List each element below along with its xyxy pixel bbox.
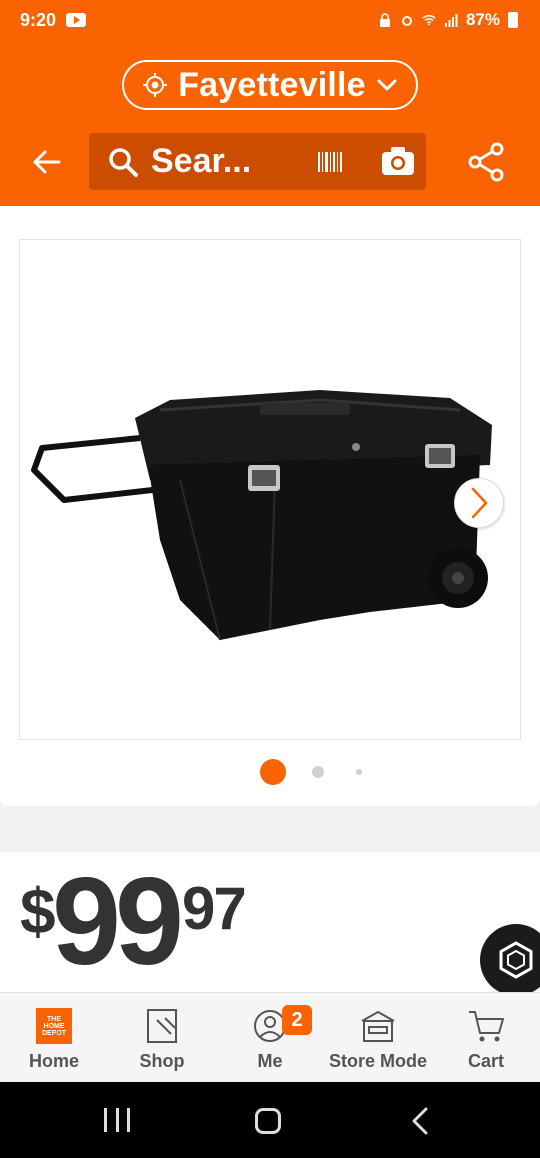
home-button[interactable] <box>255 1108 281 1134</box>
notification-badge: 2 <box>282 1005 312 1035</box>
nav-home[interactable]: THE HOME DEPOT Home <box>0 993 108 1082</box>
battery-percent: 87% <box>465 10 500 29</box>
battery-icon <box>508 12 518 28</box>
alarm-icon <box>401 16 412 26</box>
product-image[interactable] <box>19 239 521 740</box>
nav-cart[interactable]: Cart <box>432 993 540 1082</box>
wifi-icon <box>422 15 436 26</box>
store-icon <box>361 1010 395 1042</box>
nav-label: Store Mode <box>328 1051 427 1071</box>
home-depot-logo-icon: THE HOME DEPOT <box>36 1008 72 1044</box>
product-image-card <box>0 206 540 806</box>
carousel-dot[interactable] <box>356 769 362 775</box>
tool-chest-image <box>31 390 492 641</box>
location-name: Fayetteville <box>178 65 366 104</box>
status-bar: 9:20 87% <box>0 0 540 40</box>
search-icon <box>109 147 138 177</box>
nav-store-mode[interactable]: Store Mode <box>324 993 432 1082</box>
nav-label: Shop <box>139 1051 185 1071</box>
ai-hexagon-icon <box>499 941 533 979</box>
carousel-dot-active[interactable] <box>260 759 286 785</box>
price-dollars: 99 <box>52 853 184 991</box>
nav-me[interactable]: 2 Me <box>216 993 324 1082</box>
bottom-navigation: THE HOME DEPOT Home Shop 2 Me Store Mode… <box>0 992 540 1082</box>
system-navigation-bar <box>0 1082 540 1158</box>
arrow-left-icon <box>33 150 61 174</box>
back-button[interactable] <box>24 140 68 184</box>
youtube-notification-icon <box>66 13 87 27</box>
nav-label: Cart <box>467 1051 504 1071</box>
carousel-next-button[interactable] <box>454 478 504 528</box>
recents-button[interactable] <box>104 1108 130 1132</box>
price-cents: 97 <box>182 875 247 942</box>
nav-shop[interactable]: Shop <box>108 993 216 1082</box>
search-placeholder: Sear... <box>151 142 252 180</box>
share-button[interactable] <box>465 140 509 184</box>
carousel-dot[interactable] <box>312 766 324 778</box>
app-header: Fayetteville Sear... <box>0 40 540 206</box>
signal-icon <box>444 14 458 27</box>
chevron-down-icon <box>377 79 397 91</box>
status-right: 87% <box>378 10 518 30</box>
status-time: 9:20 <box>20 9 57 30</box>
barcode-scan-icon[interactable] <box>315 147 345 177</box>
search-input[interactable]: Sear... <box>89 133 426 190</box>
price-currency: $ <box>20 875 56 947</box>
lock-icon <box>379 13 390 27</box>
store-location-selector[interactable]: Fayetteville <box>122 60 418 110</box>
cart-icon <box>469 1011 504 1042</box>
nav-label: Me <box>257 1051 283 1071</box>
shop-bag-icon <box>147 1009 177 1043</box>
chevron-right-icon <box>471 487 488 519</box>
nav-label: Home <box>28 1051 79 1071</box>
camera-icon[interactable] <box>381 145 415 177</box>
share-icon <box>468 142 504 182</box>
status-left: 9:20 <box>20 9 87 31</box>
location-target-icon <box>143 73 168 97</box>
carousel-dots <box>0 759 540 785</box>
back-nav-icon[interactable] <box>410 1106 430 1136</box>
price-card: $ 99 97 <box>0 852 540 992</box>
